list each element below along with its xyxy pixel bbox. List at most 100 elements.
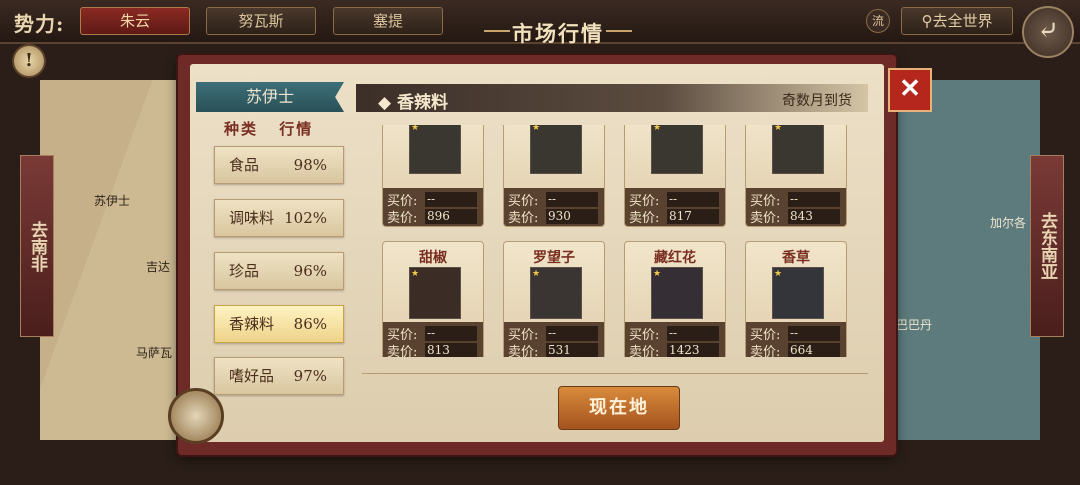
stream-button[interactable]: 流 [866, 9, 890, 33]
category-name: 调味料 [229, 209, 275, 227]
goods-card[interactable]: ★ 买价: -- 卖价: 930 [503, 125, 605, 227]
goods-card-vanilla[interactable]: 香草 ★ 买价: -- 卖价: 664 [745, 241, 847, 357]
star-icon: ★ [774, 125, 783, 133]
buy-price: -- [425, 192, 477, 207]
buy-price: -- [667, 192, 719, 207]
buy-price: -- [546, 326, 598, 341]
go-world-label: 去全世界 [932, 12, 993, 30]
price-box: 买价: -- 卖价: 930 [504, 188, 604, 226]
compass-icon [168, 388, 224, 444]
map-label-suez: 苏伊士 [94, 194, 131, 208]
star-icon: ★ [774, 269, 783, 279]
sell-price: 896 [425, 209, 477, 224]
diamond-icon: ◆ [378, 93, 392, 113]
category-name: 食品 [229, 156, 260, 174]
category-trend: 97% [293, 367, 327, 385]
price-box: 买价: -- 卖价: 813 [383, 322, 483, 357]
sell-label: 卖价: [750, 211, 781, 226]
divider [362, 373, 868, 374]
price-box: 买价: -- 卖价: 664 [746, 322, 846, 357]
arrival-note: 奇数月到货 [782, 93, 852, 109]
buy-price: -- [667, 326, 719, 341]
map-label-east-port: 巴巴丹 [896, 318, 933, 332]
back-button[interactable]: ⤶ [1022, 6, 1074, 58]
goods-grid: ★ 买价: -- 卖价: 896 ★ 买价: -- 卖价: 930 ★ 买价: -- 卖价… [364, 125, 874, 357]
go-south-africa-button[interactable]: 去南非 [20, 155, 54, 337]
go-world-button[interactable]: ⚲去全世界 [901, 7, 1013, 35]
faction-label: 势力: [14, 12, 65, 36]
page-title: 市场行情 [512, 21, 604, 46]
map-label-calcutta: 加尔各 [990, 216, 1027, 230]
sell-label: 卖价: [629, 345, 660, 357]
sell-price: 813 [425, 343, 477, 357]
faction-tab-zhuyun[interactable]: 朱云 [80, 7, 190, 35]
current-location-button[interactable]: 现在地 [558, 386, 680, 430]
port-banner: 苏伊士 [196, 82, 344, 112]
goods-card-saffron[interactable]: 藏红花 ★ 买价: -- 卖价: 1423 [624, 241, 726, 357]
sell-price: 817 [667, 209, 719, 224]
goods-name: 罗望子 [533, 250, 575, 266]
category-column-header: 种类 行情 [224, 118, 313, 139]
price-box: 买价: -- 卖价: 531 [504, 322, 604, 357]
sell-label: 卖价: [750, 345, 781, 357]
buy-price: -- [788, 192, 840, 207]
goods-card-sweet-pepper[interactable]: 甜椒 ★ 买价: -- 卖价: 813 [382, 241, 484, 357]
sell-label: 卖价: [387, 345, 418, 357]
close-icon: ✕ [899, 74, 921, 104]
category-header-title: ◆ 香辣料 [378, 88, 448, 113]
price-box: 买价: -- 卖价: 896 [383, 188, 483, 226]
sell-label: 卖价: [629, 211, 660, 226]
category-trend: 86% [293, 315, 327, 333]
col-trend-label: 行情 [279, 120, 314, 138]
col-type-label: 种类 [224, 120, 259, 138]
goods-name: 香草 [782, 250, 810, 266]
info-icon[interactable]: ! [12, 44, 46, 78]
category-treasure[interactable]: 珍品 96% [214, 252, 344, 290]
goods-name: 甜椒 [419, 250, 447, 266]
sell-price: 531 [546, 343, 598, 357]
star-icon: ★ [411, 269, 420, 279]
map-label-massawa: 马萨瓦 [136, 346, 173, 360]
category-luxury[interactable]: 嗜好品 97% [214, 357, 344, 395]
sell-price: 664 [788, 343, 840, 357]
faction-tab-nuwasi[interactable]: 努瓦斯 [206, 7, 316, 35]
goods-name: 藏红花 [654, 250, 696, 266]
search-icon: ⚲ [921, 12, 933, 30]
buy-price: -- [546, 192, 598, 207]
star-icon: ★ [532, 269, 541, 279]
category-spices[interactable]: 香辣料 86% [214, 305, 344, 343]
goods-card[interactable]: ★ 买价: -- 卖价: 843 [745, 125, 847, 227]
goods-card-tamarind[interactable]: 罗望子 ★ 买价: -- 卖价: 531 [503, 241, 605, 357]
go-southeast-asia-button[interactable]: 去东南亚 [1030, 155, 1064, 337]
sell-label: 卖价: [508, 345, 539, 357]
star-icon: ★ [653, 125, 662, 133]
buy-price: -- [425, 326, 477, 341]
price-box: 买价: -- 卖价: 817 [625, 188, 725, 226]
map-label-jeddah: 吉达 [146, 260, 171, 274]
category-seasoning[interactable]: 调味料 102% [214, 199, 344, 237]
star-icon: ★ [532, 125, 541, 133]
faction-tab-saiti[interactable]: 塞提 [333, 7, 443, 35]
sell-price: 1423 [667, 343, 719, 357]
price-box: 买价: -- 卖价: 1423 [625, 322, 725, 357]
category-trend: 96% [293, 262, 327, 280]
star-icon: ★ [653, 269, 662, 279]
back-arrow-icon: ⤶ [1037, 16, 1059, 46]
sell-price: 930 [546, 209, 598, 224]
star-icon: ★ [411, 125, 420, 133]
category-name: 嗜好品 [229, 367, 275, 385]
category-trend: 102% [284, 209, 327, 227]
buy-price: -- [788, 326, 840, 341]
sell-price: 843 [788, 209, 840, 224]
category-header-text: 香辣料 [397, 93, 448, 113]
close-button[interactable]: ✕ [888, 68, 932, 112]
sell-label: 卖价: [508, 211, 539, 226]
map-sea-east [885, 80, 1040, 440]
category-trend: 98% [293, 156, 327, 174]
goods-card[interactable]: ★ 买价: -- 卖价: 817 [624, 125, 726, 227]
sell-label: 卖价: [387, 211, 418, 226]
category-name: 珍品 [229, 262, 260, 280]
category-food[interactable]: 食品 98% [214, 146, 344, 184]
category-name: 香辣料 [229, 315, 275, 333]
goods-card[interactable]: ★ 买价: -- 卖价: 896 [382, 125, 484, 227]
